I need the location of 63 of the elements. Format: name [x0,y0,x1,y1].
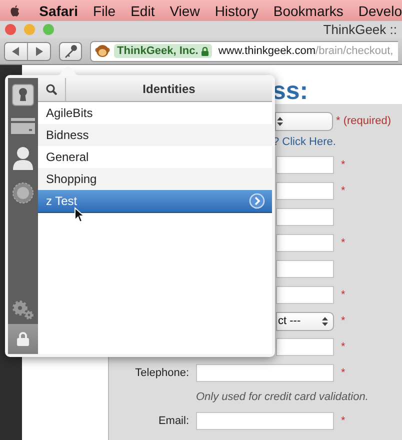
chevron-icon[interactable] [249,193,265,209]
input-field[interactable] [276,208,334,226]
required-mark: * [341,315,346,327]
close-button[interactable] [5,24,16,35]
person-icon[interactable] [12,146,34,170]
key-icon [64,44,78,58]
required-mark: * [341,367,346,379]
dial-icon[interactable] [12,182,34,204]
updown-icon [277,116,283,126]
menu-item[interactable]: Edit [130,2,155,18]
input-field[interactable] [276,234,334,252]
input-field[interactable] [276,286,334,304]
lock-icon [201,46,210,56]
monkey-icon [95,44,110,58]
identity-item[interactable]: Shopping [38,168,272,190]
required-note: * (required) [336,115,392,127]
category-title: Identities [142,81,196,98]
field-label: Telephone: [134,367,189,379]
required-mark: * [341,185,346,197]
menu-item[interactable]: Safari [39,2,78,18]
search-icon [46,84,57,95]
apple-icon[interactable] [10,2,20,18]
required-mark: * [341,159,346,171]
input-field[interactable] [196,364,334,382]
required-mark: * [341,341,346,353]
required-mark: * [341,289,346,301]
back-icon[interactable] [12,46,20,56]
identity-item[interactable]: z Test [38,190,272,213]
field-label: Email: [157,415,189,427]
address-field[interactable]: ThinkGeek, Inc. www.thinkgeek.com/brain/checkout, [90,40,398,62]
identity-item[interactable]: General [38,146,272,168]
menu-item[interactable]: Bookmarks [273,2,344,18]
lock-icon[interactable] [17,332,29,346]
gears-icon[interactable] [12,300,34,320]
input-field[interactable] [276,182,334,200]
input-field[interactable] [276,156,334,174]
url-path: /brain/checkout, [316,45,394,57]
select-field[interactable] [275,112,333,130]
menu-item[interactable]: View [170,2,200,18]
password-manager-button[interactable] [59,42,82,60]
forward-icon[interactable] [35,46,43,56]
identity-item[interactable]: Bidness [38,124,272,146]
updown-icon [322,316,328,326]
back-forward-buttons[interactable] [4,42,51,60]
select-field[interactable]: ct --- [276,312,334,330]
keyhole-icon[interactable] [12,84,34,106]
cursor-icon [74,207,85,223]
menu-item[interactable]: File [93,2,116,18]
help-text: Only used for credit card validation. [196,391,368,403]
menu-item[interactable]: History [214,2,258,18]
select-value: ct --- [278,315,301,327]
card-icon[interactable] [11,118,35,134]
input-field[interactable] [276,260,334,278]
identity-item[interactable]: AgileBits [38,102,272,124]
input-field[interactable] [196,412,334,430]
required-mark: * [341,237,346,249]
window-title: ThinkGeek :: [323,22,397,37]
url-host: www.thinkgeek.com [218,45,316,57]
required-mark: * [341,415,346,427]
zoom-button[interactable] [43,24,54,35]
input-field[interactable] [276,338,334,356]
menu-item[interactable]: Develo [358,2,402,18]
site-identity-badge[interactable]: ThinkGeek, Inc. [114,44,212,58]
